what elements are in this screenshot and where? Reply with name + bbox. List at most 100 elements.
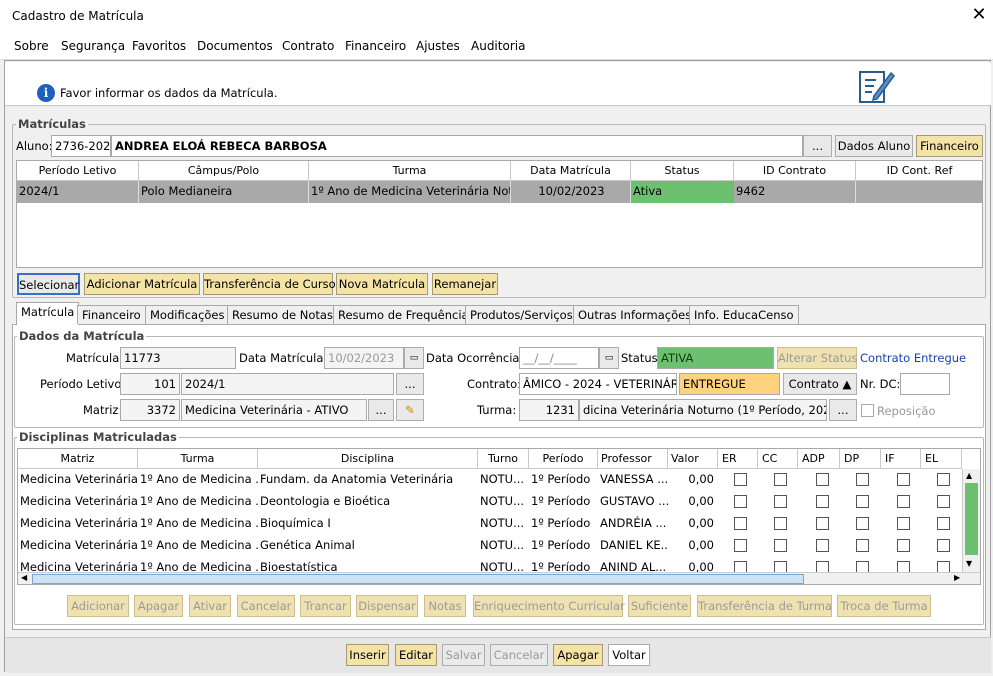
scroll-thumb[interactable]: [965, 483, 978, 555]
reposicao-checkbox[interactable]: [861, 404, 874, 417]
tab-produtos[interactable]: Produtos/Serviços: [465, 305, 578, 324]
action-dispensar-button[interactable]: Dispensar: [356, 595, 418, 617]
col-id-contrato[interactable]: ID Contrato: [734, 161, 856, 181]
cell-checkbox-dp[interactable]: [856, 495, 869, 508]
calendar-icon[interactable]: ▭: [599, 347, 619, 369]
cell-checkbox-cc[interactable]: [774, 539, 787, 552]
matriz-field[interactable]: Medicina Veterinária - ATIVO: [181, 399, 367, 421]
tab-modificacoes[interactable]: Modificações: [145, 305, 230, 324]
contrato-dropdown-button[interactable]: Contrato ▲: [783, 373, 857, 395]
scroll-left-icon[interactable]: ◀: [21, 573, 27, 582]
action-troca-de-turma-button[interactable]: Troca de Turma: [837, 595, 931, 617]
action-enriquecimento-curricular-button[interactable]: Enriquecimento Curricular: [473, 595, 625, 617]
tab-educacenso[interactable]: Info. EducaCenso: [689, 305, 799, 324]
apagar-button[interactable]: Apagar: [553, 644, 603, 666]
menu-sobre[interactable]: Sobre: [14, 39, 49, 53]
cell-checkbox-er[interactable]: [734, 473, 747, 486]
selecionar-button[interactable]: Selecionar: [17, 273, 80, 295]
action-transferência-de-turma-button[interactable]: Transferência de Turma: [697, 595, 832, 617]
col-campus[interactable]: Câmpus/Polo: [139, 161, 309, 181]
cell-checkbox-er[interactable]: [734, 517, 747, 530]
action-ativar-button[interactable]: Ativar: [189, 595, 231, 617]
col-adp[interactable]: ADP: [798, 449, 840, 469]
voltar-button[interactable]: Voltar: [608, 644, 650, 666]
data-ocorrencia-field[interactable]: __/__/____: [519, 347, 599, 369]
menu-documentos[interactable]: Documentos: [197, 39, 273, 53]
aluno-lookup-button[interactable]: ...: [803, 135, 832, 157]
menu-financeiro[interactable]: Financeiro: [345, 39, 406, 53]
matriz-lookup-button[interactable]: ...: [368, 399, 394, 421]
cell-checkbox-if[interactable]: [897, 517, 910, 530]
col-valor[interactable]: Valor: [668, 449, 718, 469]
action-trancar-button[interactable]: Trancar: [300, 595, 351, 617]
tab-resumo-notas[interactable]: Resumo de Notas: [227, 305, 338, 324]
cell-checkbox-el[interactable]: [937, 539, 950, 552]
cell-checkbox-cc[interactable]: [774, 517, 787, 530]
tab-matricula[interactable]: Matrícula: [16, 302, 80, 325]
table-row[interactable]: Medicina Veterinária 1º Ano de Medicina .…: [18, 491, 962, 513]
col-data[interactable]: Data Matrícula: [511, 161, 631, 181]
remanejar-button[interactable]: Remanejar: [432, 273, 498, 295]
vertical-scrollbar[interactable]: ▲ ▼: [962, 469, 980, 574]
matricula-field[interactable]: 11773: [120, 347, 236, 369]
cell-checkbox-er[interactable]: [734, 539, 747, 552]
col-periodo[interactable]: Período: [529, 449, 598, 469]
col-turma[interactable]: Turma: [138, 449, 258, 469]
action-adicionar-button[interactable]: Adicionar: [67, 595, 129, 617]
calendar-icon[interactable]: ▭: [404, 347, 424, 369]
table-row[interactable]: Medicina Veterinária 1º Ano de Medicina .…: [18, 513, 962, 535]
col-turno[interactable]: Turno: [478, 449, 529, 469]
col-disciplina[interactable]: Disciplina: [258, 449, 478, 469]
table-row[interactable]: Medicina Veterinária 1º Ano de Medicina .…: [18, 469, 962, 491]
editar-button[interactable]: Editar: [395, 644, 437, 666]
action-suficiente-button[interactable]: Suficiente: [628, 595, 691, 617]
contrato-field[interactable]: ÂMICO - 2024 - VETERINÁRIA: [519, 373, 677, 395]
col-if[interactable]: IF: [881, 449, 921, 469]
cell-checkbox-el[interactable]: [937, 473, 950, 486]
cell-checkbox-dp[interactable]: [856, 539, 869, 552]
matriculas-grid[interactable]: Período Letivo Câmpus/Polo Turma Data Ma…: [16, 160, 983, 268]
col-dp[interactable]: DP: [840, 449, 881, 469]
tab-outras-info[interactable]: Outras Informações: [573, 305, 697, 324]
aluno-code-field[interactable]: 2736-2022: [51, 135, 111, 157]
scroll-down-icon[interactable]: ▼: [966, 559, 972, 568]
inserir-button[interactable]: Inserir: [346, 644, 389, 666]
col-el[interactable]: EL: [921, 449, 962, 469]
financeiro-button[interactable]: Financeiro: [916, 135, 983, 157]
cell-checkbox-cc[interactable]: [774, 495, 787, 508]
tab-resumo-frequencia[interactable]: Resumo de Frequência: [333, 305, 474, 324]
cell-checkbox-el[interactable]: [937, 495, 950, 508]
cell-checkbox-el[interactable]: [937, 517, 950, 530]
cell-checkbox-cc[interactable]: [774, 473, 787, 486]
table-row[interactable]: 2024/1 Polo Medianeira 1º Ano de Medicin…: [17, 181, 982, 203]
cancelar-button[interactable]: Cancelar: [490, 644, 548, 666]
contrato-entregue-link[interactable]: Contrato Entregue: [860, 351, 966, 365]
cell-checkbox-adp[interactable]: [816, 495, 829, 508]
menu-contrato[interactable]: Contrato: [282, 39, 334, 53]
col-professor[interactable]: Professor: [598, 449, 668, 469]
matriz-id-field[interactable]: 3372: [120, 399, 180, 421]
cell-checkbox-dp[interactable]: [856, 517, 869, 530]
cell-checkbox-if[interactable]: [897, 539, 910, 552]
menu-favoritos[interactable]: Favoritos: [132, 39, 186, 53]
tab-financeiro[interactable]: Financeiro: [77, 305, 146, 324]
periodo-id-field[interactable]: 101: [120, 373, 180, 395]
transferencia-curso-button[interactable]: Transferência de Curso: [203, 273, 336, 295]
close-icon[interactable]: ✕: [968, 4, 990, 26]
action-notas-button[interactable]: Notas: [424, 595, 466, 617]
periodo-lookup-button[interactable]: ...: [396, 373, 424, 395]
pencil-icon[interactable]: ✎: [396, 399, 424, 421]
aluno-name-field[interactable]: ANDREA ELOÁ REBECA BARBOSA: [111, 135, 803, 157]
cell-checkbox-if[interactable]: [897, 495, 910, 508]
menu-ajustes[interactable]: Ajustes: [416, 39, 460, 53]
menu-auditoria[interactable]: Auditoria: [471, 39, 525, 53]
action-apagar-button[interactable]: Apagar: [134, 595, 183, 617]
col-matriz[interactable]: Matriz: [18, 449, 138, 469]
scroll-right-icon[interactable]: ▶: [954, 573, 960, 582]
cell-checkbox-er[interactable]: [734, 495, 747, 508]
salvar-button[interactable]: Salvar: [442, 644, 485, 666]
col-id-ref[interactable]: ID Cont. Ref: [856, 161, 982, 181]
col-periodo[interactable]: Período Letivo: [17, 161, 139, 181]
dados-aluno-button[interactable]: Dados Aluno: [835, 135, 913, 157]
disciplinas-grid[interactable]: Matriz Turma Disciplina Turno Período Pr…: [17, 448, 981, 585]
